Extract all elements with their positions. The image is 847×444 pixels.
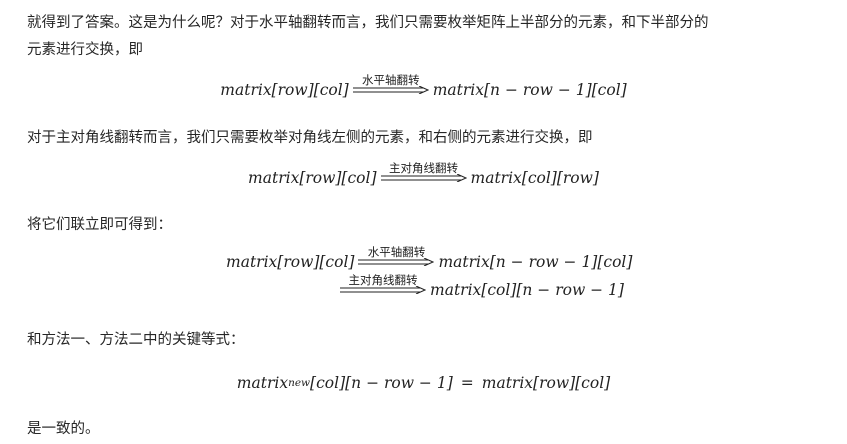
paragraph-intro: 就得到了答案。这是为什么呢？对于水平轴翻转而言，我们只需要枚举矩阵上半部分的元素… — [27, 10, 817, 64]
equation-lhs: matrix[row][col] — [220, 81, 349, 99]
equation-diagonal-flip: matrix[row][col] 主对角线翻转 matrix[col][row] — [0, 162, 847, 188]
double-arrow-icon — [358, 258, 435, 266]
arrow-label: 水平轴翻转 — [367, 245, 426, 259]
arrow-label: 水平轴翻转 — [361, 73, 420, 87]
arrow-label: 主对角线翻转 — [348, 273, 418, 287]
equation-lhs-base: matrix — [236, 374, 289, 392]
long-right-arrow: 主对角线翻转 — [380, 161, 467, 182]
equation-rhs: matrix[n − row − 1][col] — [432, 81, 627, 99]
equals-sign: = — [460, 374, 474, 392]
equation-lhs: matrix[row][col] — [248, 169, 377, 187]
paragraph-combine: 将它们联立即可得到： — [27, 217, 172, 233]
equation-rhs: matrix[row][col] — [481, 374, 611, 392]
equation-key: matrix new [col][n − row − 1] = matrix[row… — [0, 374, 847, 392]
equation-lhs: matrix[row][col] — [226, 253, 355, 271]
double-arrow-icon — [352, 86, 429, 94]
equation-lhs-rest: [col][n − row − 1] — [310, 374, 453, 392]
equation-horizontal-flip: matrix[row][col] 水平轴翻转 matrix[n − row − … — [0, 74, 847, 100]
equation-combined-row1: matrix[row][col] 水平轴翻转 matrix[n − row − … — [226, 246, 633, 272]
paragraph-key-equation: 和方法一、方法二中的关键等式： — [27, 332, 245, 348]
long-right-arrow: 主对角线翻转 — [340, 274, 426, 294]
equation-lhs-subscript: new — [288, 377, 311, 389]
double-arrow-icon — [380, 174, 467, 182]
long-right-arrow: 水平轴翻转 — [352, 73, 429, 94]
double-arrow-icon — [340, 286, 426, 294]
equation-combined-row2: 主对角线翻转 matrix[col][n − row − 1] — [336, 274, 624, 300]
paragraph-intro-line1: 就得到了答案。这是为什么呢？对于水平轴翻转而言，我们只需要枚举矩阵上半部分的元素… — [27, 15, 709, 31]
paragraph-intro-line2: 元素进行交换，即 — [27, 42, 143, 58]
paragraph-conclusion: 是一致的。 — [27, 421, 100, 437]
equation-rhs: matrix[col][n − row − 1] — [430, 281, 624, 299]
long-right-arrow: 水平轴翻转 — [358, 245, 435, 266]
equation-rhs: matrix[col][row] — [470, 169, 599, 187]
arrow-label: 主对角线翻转 — [389, 161, 458, 175]
equation-mid: matrix[n − row − 1][col] — [438, 253, 633, 271]
paragraph-diagonal: 对于主对角线翻转而言，我们只需要枚举对角线左侧的元素，和右侧的元素进行交换，即 — [27, 130, 593, 146]
